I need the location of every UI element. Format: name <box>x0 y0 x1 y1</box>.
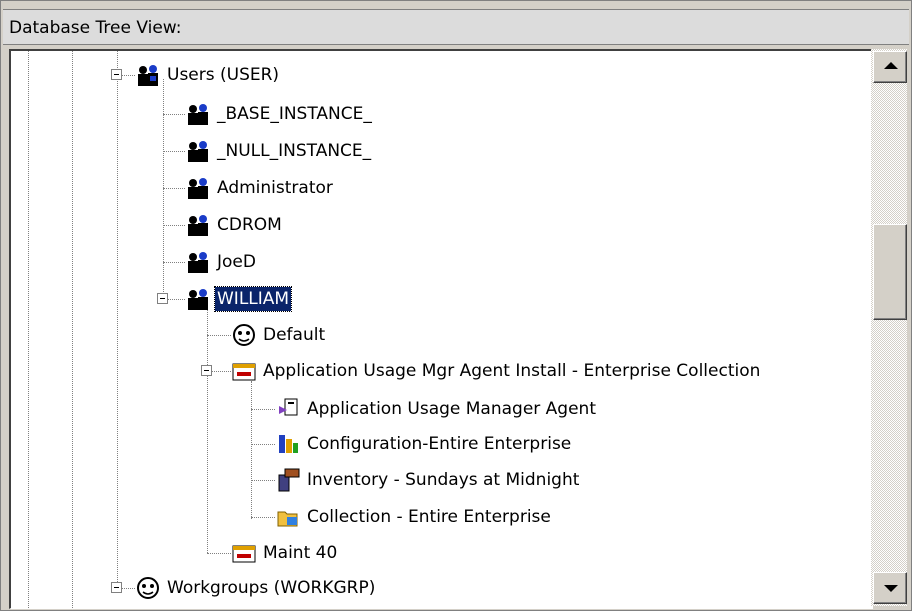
tree-node-label: Inventory - Sundays at Midnight <box>307 470 580 490</box>
panel-header: Database Tree View: <box>3 9 909 45</box>
tree-connector <box>251 480 275 481</box>
configuration-icon <box>279 435 298 453</box>
database-tree[interactable]: Users (USER) _BASE_INSTANCE_ _NULL_INSTA… <box>9 49 873 609</box>
tree-connector <box>207 335 231 336</box>
tree-node-label: Workgroups (WORKGRP) <box>167 578 376 598</box>
tree-connector <box>251 409 275 410</box>
tree-node-label-selected: WILLIAM <box>213 286 293 312</box>
tree-node-label: _BASE_INSTANCE_ <box>217 104 372 124</box>
collapse-toggle-workgroups[interactable] <box>111 582 122 593</box>
tree-connector <box>121 75 135 76</box>
tree-connector <box>207 553 231 554</box>
user-icon <box>188 141 208 162</box>
scroll-down-button[interactable] <box>873 572 907 604</box>
tree-connector <box>163 114 185 115</box>
tree-connector <box>163 188 185 189</box>
tree-node-label: Default <box>263 325 326 345</box>
tree-node-label: Administrator <box>217 178 333 198</box>
tree-guide-line <box>163 79 164 302</box>
tree-connector <box>251 517 275 518</box>
tree-node-label: Maint 40 <box>263 543 338 563</box>
user-icon <box>188 252 208 273</box>
tree-guide-line <box>251 381 252 519</box>
workgroup-icon <box>137 577 159 599</box>
tree-node-label: _NULL_INSTANCE_ <box>217 141 372 161</box>
tree-node-label: CDROM <box>217 215 282 235</box>
user-icon <box>188 215 208 236</box>
tree-connector <box>163 151 185 152</box>
tree-node-label: Application Usage Manager Agent <box>307 399 596 419</box>
user-icon <box>188 104 208 125</box>
tree-node-label: Collection - Entire Enterprise <box>307 507 551 527</box>
panel-title: Database Tree View: <box>9 18 182 38</box>
scrollbar-thumb[interactable] <box>873 224 907 320</box>
tree-node-label: Configuration-Entire Enterprise <box>307 434 572 454</box>
tree-node-label: JoeD <box>217 252 256 272</box>
user-icon <box>188 289 208 310</box>
collapse-toggle-app-usage-install[interactable] <box>201 365 212 376</box>
policy-package-icon <box>232 363 256 381</box>
vertical-scrollbar[interactable] <box>871 49 907 606</box>
tree-guide-line <box>207 306 208 553</box>
collection-icon <box>277 511 298 527</box>
tree-connector <box>163 225 185 226</box>
user-group-icon <box>138 65 158 86</box>
tree-node-label: Application Usage Mgr Agent Install - En… <box>263 361 761 381</box>
tree-connector <box>211 371 231 372</box>
tree-guide-line <box>117 51 118 588</box>
collapse-toggle-users[interactable] <box>111 69 122 80</box>
database-tree-window: Database Tree View: Users (USER) _BASE_I… <box>0 0 912 611</box>
tree-connector <box>163 262 185 263</box>
tree-connector <box>121 588 135 589</box>
policy-package-icon <box>232 545 256 563</box>
application-icon <box>279 398 298 416</box>
down-arrow-icon <box>884 585 898 592</box>
tree-connector <box>167 299 185 300</box>
inventory-icon <box>278 468 300 492</box>
collapse-toggle-william[interactable] <box>157 293 168 304</box>
tree-node-label: Users (USER) <box>167 65 280 85</box>
scroll-up-button[interactable] <box>873 51 907 83</box>
tree-guide-line <box>28 51 29 608</box>
tree-connector <box>251 444 275 445</box>
tree-guide-line <box>72 51 73 608</box>
up-arrow-icon <box>884 62 898 69</box>
workgroup-icon <box>233 324 255 346</box>
user-icon <box>188 178 208 199</box>
